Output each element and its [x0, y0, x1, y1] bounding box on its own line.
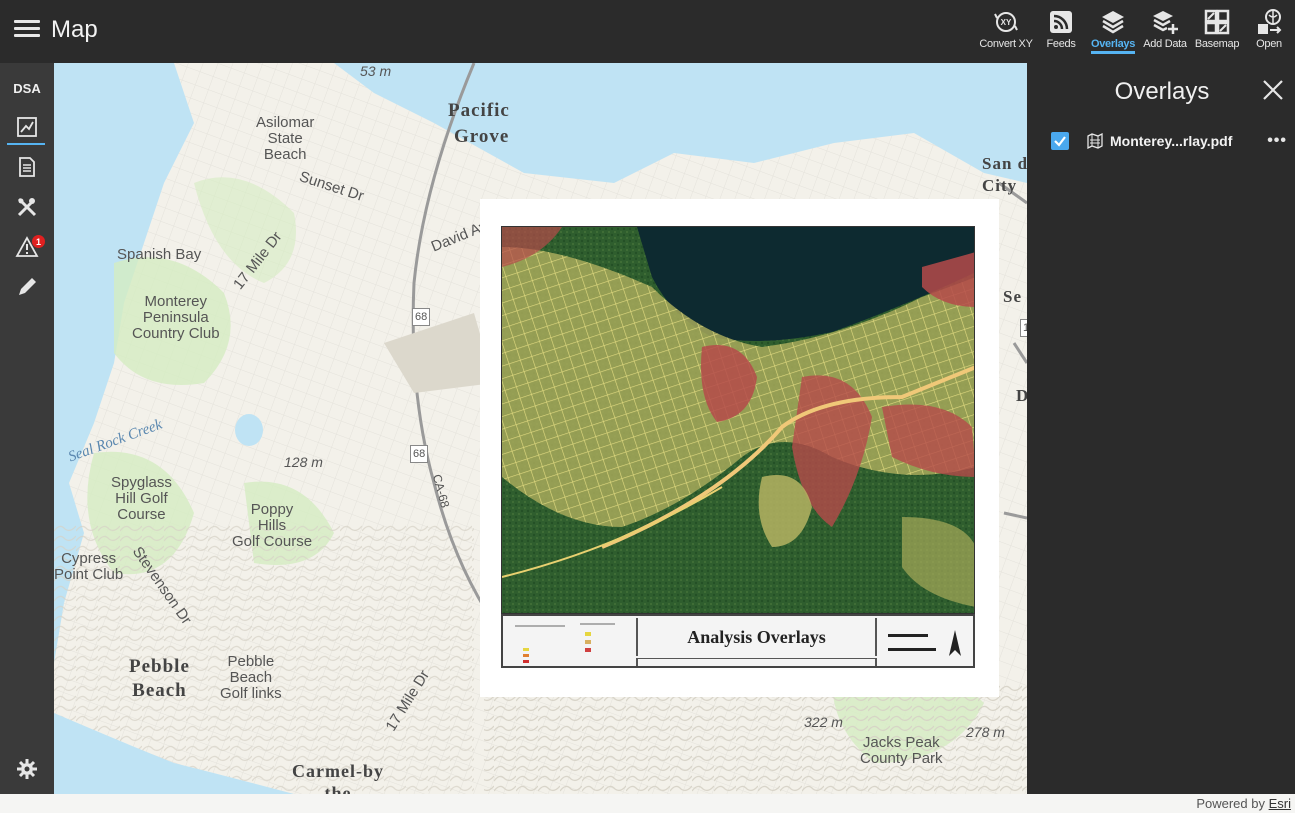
basemap-grid-icon: [1204, 9, 1230, 35]
rss-feed-icon: [1050, 11, 1072, 33]
sidebar-item-map-chart[interactable]: [0, 108, 54, 146]
gear-icon: [17, 759, 37, 779]
add-data-button[interactable]: Add Data: [1139, 0, 1191, 63]
map-label: Jacks Peak County Park: [860, 734, 943, 767]
more-options-icon[interactable]: •••: [1267, 132, 1287, 150]
overlay-legend-block: Analysis Overlays: [501, 614, 975, 668]
hamburger-menu-icon[interactable]: [14, 20, 40, 42]
convert-xy-icon: XY: [994, 12, 1018, 32]
pdf-overlay-image[interactable]: Analysis Overlays: [480, 199, 999, 697]
overlay-list-item[interactable]: Monterey...rlay.pdf •••: [1051, 130, 1287, 152]
route-shield: 68: [410, 445, 429, 463]
map-label: 53 m: [360, 63, 392, 79]
overlays-label: Overlays: [1090, 38, 1135, 54]
legend-swatches-icon: [515, 623, 615, 663]
map-label: Asilomar State Beach: [256, 114, 315, 163]
map-label: Grove: [454, 126, 510, 147]
map-view[interactable]: 53 m Pacific Grove Asilomar State Beach …: [54, 63, 1027, 794]
close-panel-button[interactable]: [1261, 78, 1285, 102]
tools-icon: [17, 197, 37, 217]
close-icon: [1263, 80, 1283, 100]
map-label: Spanish Bay: [117, 246, 202, 263]
attribution-text: Powered by Esri: [1196, 796, 1291, 811]
top-bar: Map XY Convert XY Feeds Overlays Add Dat…: [0, 0, 1295, 63]
pencil-icon: [19, 278, 36, 295]
layers-icon: [1102, 11, 1124, 34]
map-label: D: [1016, 386, 1027, 405]
overlay-aerial-image: [501, 226, 975, 614]
overlays-panel: Overlays Monterey...rlay.pdf •••: [1027, 63, 1295, 794]
overlay-visibility-checkbox[interactable]: [1051, 132, 1069, 150]
overlays-button[interactable]: Overlays: [1087, 0, 1139, 63]
app-title: Map: [51, 16, 98, 43]
document-icon: [19, 157, 35, 177]
map-label: Monterey Peninsula Country Club: [132, 293, 220, 342]
map-label: Spyglass Hill Golf Course: [111, 474, 172, 523]
overlay-title: Analysis Overlays: [636, 618, 877, 656]
convert-xy-label: Convert XY: [979, 38, 1033, 50]
open-label: Open: [1256, 38, 1282, 50]
add-data-label: Add Data: [1143, 38, 1187, 50]
add-layers-icon: [1153, 11, 1178, 34]
map-label: Cypress Point Club: [54, 550, 124, 583]
map-label: Se: [1003, 287, 1022, 306]
map-chart-icon: [17, 117, 37, 137]
sidebar-item-document[interactable]: [0, 148, 54, 186]
checkmark-icon: [1054, 136, 1066, 147]
attribution-bar: Powered by Esri: [0, 794, 1295, 813]
esri-link[interactable]: Esri: [1269, 796, 1291, 811]
sidebar-item-warnings[interactable]: 1: [0, 228, 54, 266]
map-file-icon: [1087, 133, 1103, 149]
route-shield: 18: [1020, 319, 1027, 337]
svg-text:XY: XY: [1001, 18, 1012, 27]
map-label: Carmel-by the: [292, 761, 384, 794]
powered-by-label: Powered by: [1196, 796, 1265, 811]
basemap-label: Basemap: [1194, 38, 1240, 50]
feeds-label: Feeds: [1046, 38, 1076, 50]
sidebar-item-tools[interactable]: [0, 188, 54, 226]
dsa-button[interactable]: DSA: [0, 69, 54, 107]
feeds-button[interactable]: Feeds: [1035, 0, 1087, 63]
overlay-file-name: Monterey...rlay.pdf: [1110, 133, 1233, 149]
left-sidebar: DSA 1: [0, 63, 54, 794]
settings-button[interactable]: [0, 750, 54, 788]
map-label: Pacific: [448, 100, 510, 121]
north-arrow-scale-icon: [888, 630, 961, 656]
map-label: Poppy Hills Golf Course: [232, 501, 313, 550]
map-label: Pebble Beach: [129, 656, 190, 701]
basemap-button[interactable]: Basemap: [1191, 0, 1243, 63]
warning-count-badge: 1: [32, 235, 45, 248]
overlay-subtitle-bar: [636, 658, 877, 666]
toolbar: XY Convert XY Feeds Overlays Add Data Ba…: [977, 0, 1295, 63]
open-globe-icon: [1258, 9, 1282, 34]
sidebar-item-pencil[interactable]: [0, 268, 54, 306]
map-label: 322 m: [804, 714, 843, 730]
route-shield: 68: [412, 308, 431, 326]
map-label: 278 m: [966, 724, 1005, 740]
map-label: San d City: [982, 154, 1027, 195]
map-label: Pebble Beach Golf links: [220, 653, 282, 702]
convert-xy-button[interactable]: XY Convert XY: [977, 0, 1035, 63]
open-button[interactable]: Open: [1243, 0, 1295, 63]
panel-title: Overlays: [1114, 78, 1210, 105]
map-label: 128 m: [284, 454, 323, 470]
